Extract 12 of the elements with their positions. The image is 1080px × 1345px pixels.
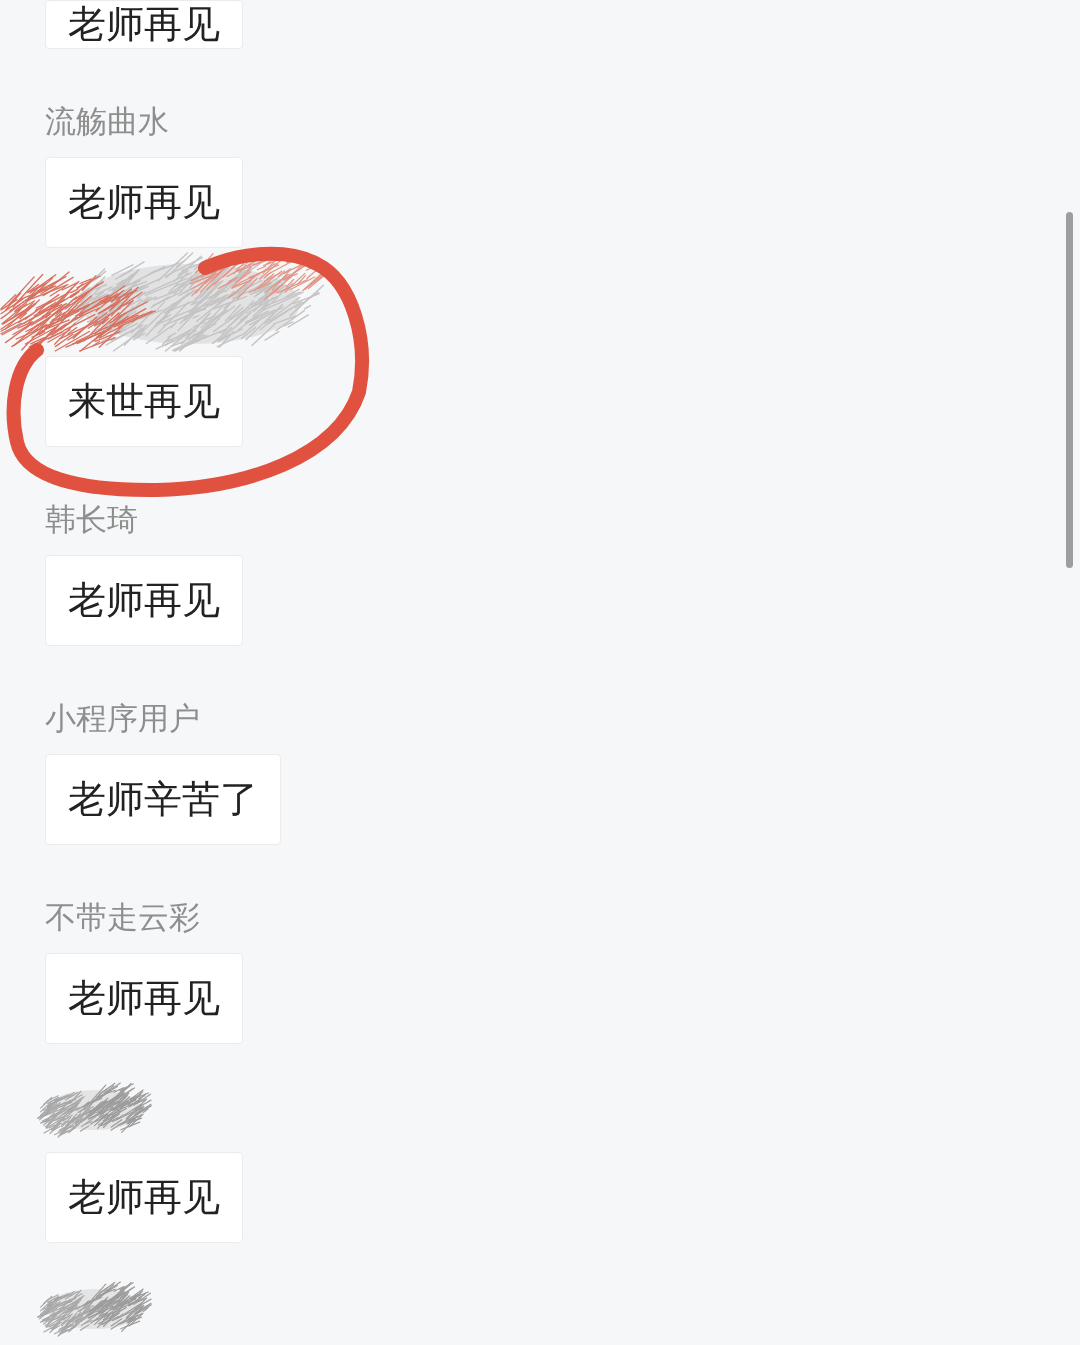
message-bubble: 老师再见 — [45, 953, 243, 1044]
message-bubble: 老师再见 — [45, 1152, 243, 1243]
sender-name: 韩长琦 — [45, 500, 138, 539]
sender-name: 小程序用户 — [45, 699, 200, 738]
message-bubble: 老师再见 — [45, 157, 243, 248]
scrollbar-thumb[interactable] — [1066, 212, 1073, 568]
message-bubble: 老师辛苦了 — [45, 754, 281, 845]
sender-name: 不带走云彩 — [45, 898, 200, 937]
message-bubble: 老师再见 — [45, 555, 243, 646]
message-bubble: 来世再见 — [45, 356, 243, 447]
sender-name: 流觞曲水 — [45, 102, 169, 141]
message-bubble: 老师再见 — [45, 0, 243, 49]
